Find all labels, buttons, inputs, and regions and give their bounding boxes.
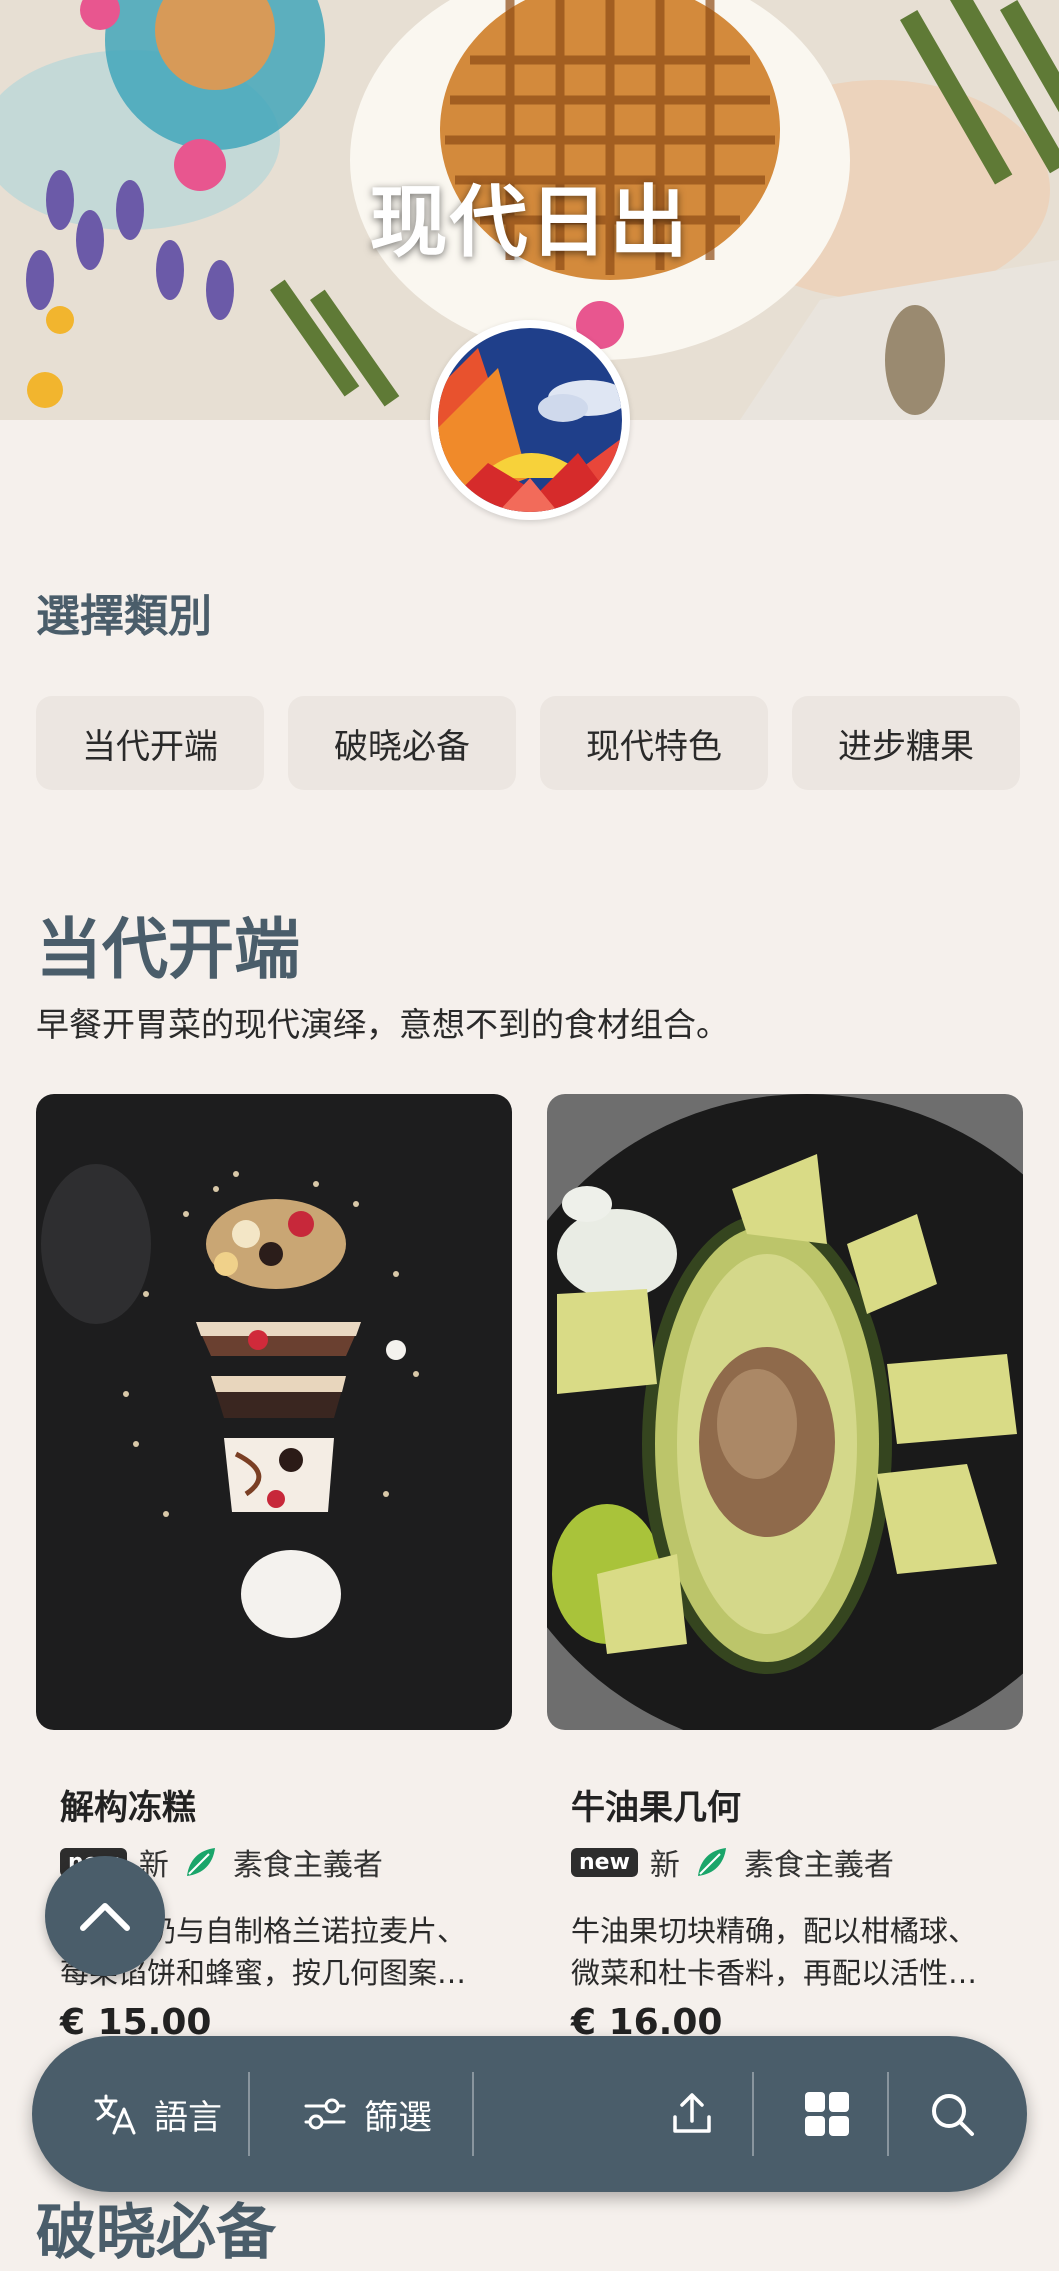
restaurant-title: 现代日出 [369, 178, 690, 268]
search-button[interactable] [902, 2036, 1002, 2192]
category-chip[interactable]: 当代开端 [36, 696, 264, 790]
filter-label: 篩選 [364, 2097, 432, 2138]
search-icon [932, 2094, 974, 2136]
scroll-top-button[interactable] [45, 1856, 165, 1976]
new-badge: new [571, 1847, 638, 1877]
category-chip[interactable]: 进步糖果 [792, 696, 1020, 790]
menu-item-image[interactable] [36, 1094, 512, 1730]
vegan-leaf-icon [186, 1848, 215, 1876]
grid-icon [805, 2092, 849, 2136]
filter-button[interactable]: 篩選 [272, 2036, 462, 2192]
category-heading: 選擇類別 [36, 591, 212, 642]
new-label: 新 [649, 1848, 680, 1883]
parfait-image [36, 1094, 512, 1730]
menu-item-image[interactable] [547, 1094, 1023, 1730]
restaurant-logo [430, 320, 630, 520]
filter-icon [304, 2098, 346, 2130]
chevron-up-icon [80, 1903, 130, 1931]
next-section-title: 破晓必备 [36, 2198, 276, 2268]
language-button[interactable]: 語言 [72, 2036, 242, 2192]
category-chips: 当代开端 破晓必备 现代特色 进步糖果 [36, 696, 1020, 790]
toolbar-divider [752, 2072, 754, 2156]
category-chip[interactable]: 破晓必备 [288, 696, 516, 790]
language-label: 語言 [154, 2097, 222, 2138]
description-line: 牛油果切块精确，配以柑橘球、 [571, 1914, 978, 1948]
toolbar-divider [887, 2072, 889, 2156]
menu-item-description: 牛油果切块精确，配以柑橘球、 微菜和杜卡香料，再配以活性… [571, 1910, 1011, 1994]
menu-item-name: 解构冻糕 [60, 1788, 196, 1828]
diet-label: 素食主義者 [232, 1848, 383, 1883]
vegan-leaf-icon [697, 1848, 726, 1876]
menu-item-tags: new 新 素食主義者 [571, 1840, 894, 1884]
share-button[interactable] [642, 2036, 742, 2192]
avocado-image [547, 1094, 1023, 1730]
grid-view-button[interactable] [767, 2036, 887, 2192]
translate-icon [94, 2094, 136, 2135]
section-title: 当代开端 [36, 911, 300, 988]
category-chip[interactable]: 现代特色 [540, 696, 768, 790]
toolbar-divider [248, 2072, 250, 2156]
bottom-toolbar: 語言 篩選 [32, 2036, 1027, 2192]
menu-item-name: 牛油果几何 [571, 1788, 741, 1828]
section-description: 早餐开胃菜的现代演绎，意想不到的食材组合。 [36, 1005, 729, 1044]
diet-label: 素食主義者 [743, 1848, 894, 1883]
menu-item-card[interactable]: 解构冻糕 new 新 素食主義者 希腊酸奶与自制格兰诺拉麦片、 莓果馅饼和蜂蜜，… [36, 1094, 512, 2043]
description-line: 微菜和杜卡香料，再配以活性… [571, 1956, 978, 1990]
sunrise-logo-icon [438, 328, 622, 512]
share-icon [673, 2093, 711, 2133]
toolbar-divider [472, 2072, 474, 2156]
menu-item-card[interactable]: 牛油果几何 new 新 素食主義者 牛油果切块精确，配以柑橘球、 微菜和杜卡香料… [547, 1094, 1023, 2043]
